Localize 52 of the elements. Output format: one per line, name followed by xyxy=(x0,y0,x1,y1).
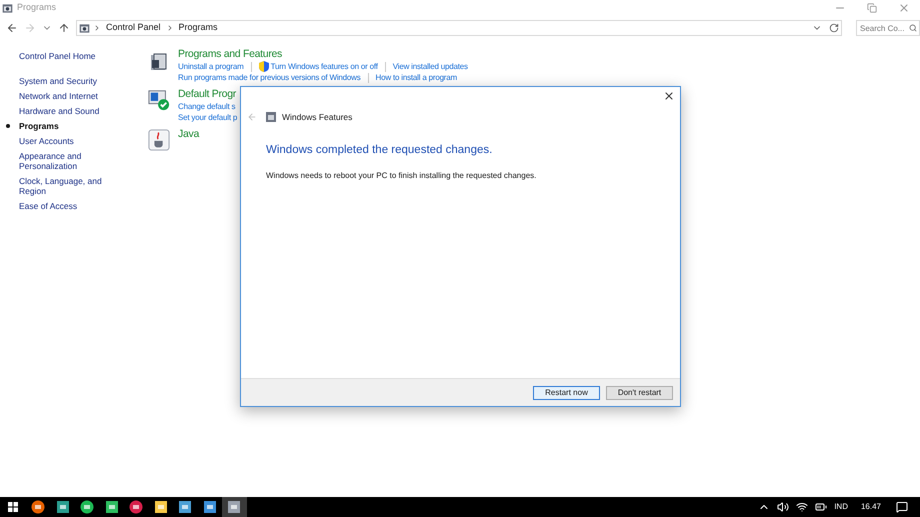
bullet-icon xyxy=(6,124,10,128)
category-title[interactable]: Default Progr xyxy=(178,88,238,101)
control-panel-icon xyxy=(2,2,13,14)
back-button[interactable] xyxy=(6,22,18,34)
dialog-title: Windows Features xyxy=(282,111,352,124)
address-field[interactable]: Control Panel Programs xyxy=(76,20,842,36)
task-link[interactable]: Change default s xyxy=(178,101,236,112)
windows-logo-icon xyxy=(8,502,18,512)
language-indicator[interactable]: IND xyxy=(834,501,848,513)
control-panel-icon xyxy=(79,22,90,34)
window-title: Programs xyxy=(17,1,56,14)
notification-icon[interactable] xyxy=(896,501,908,513)
chevron-icon xyxy=(93,24,101,32)
search-field[interactable]: Search Co... xyxy=(856,20,920,36)
task-link[interactable]: Uninstall a program xyxy=(178,61,244,72)
monitor-check-icon xyxy=(148,88,170,112)
category-title[interactable]: Programs and Features xyxy=(178,48,468,61)
task-link[interactable]: Turn Windows features on or off xyxy=(270,61,378,72)
sidebar-item[interactable]: Network and Internet xyxy=(19,90,129,101)
battery-icon[interactable] xyxy=(815,501,828,513)
dialog-button[interactable]: Restart now xyxy=(533,386,600,400)
restore-icon xyxy=(867,3,877,13)
window-icon xyxy=(266,112,276,122)
sidebar-item[interactable]: User Accounts xyxy=(19,136,129,146)
task-link[interactable]: How to install a program xyxy=(376,72,457,83)
window-icon xyxy=(227,500,242,514)
task-link[interactable]: View installed updates xyxy=(392,61,468,72)
sidebar-item[interactable]: Hardware and Sound xyxy=(19,106,129,116)
dialog-message: Windows needs to reboot your PC to finish installing the requested changes. xyxy=(266,170,538,182)
sidebar-item[interactable]: System and Security xyxy=(19,76,129,86)
breadcrumb[interactable]: Control Panel xyxy=(104,21,163,35)
task-link[interactable]: Set your default p xyxy=(178,112,238,123)
sidebar-item[interactable]: Appearance and Personalization xyxy=(19,150,129,171)
sidebar-link[interactable]: Control Panel Home xyxy=(0,50,148,63)
clock[interactable]: 16.47 xyxy=(860,501,881,513)
coffee-cup-icon xyxy=(148,128,170,152)
search-icon xyxy=(909,24,917,32)
sidebar-item[interactable]: Programs xyxy=(19,120,129,131)
breadcrumb[interactable]: Programs xyxy=(176,21,220,35)
dialog-heading: Windows completed the requested changes. xyxy=(266,142,494,158)
refresh-icon[interactable] xyxy=(829,23,839,33)
sidebar-item[interactable]: Clock, Language, and Region xyxy=(19,176,129,196)
sidebar-item[interactable]: Ease of Access xyxy=(19,200,129,211)
up-button[interactable] xyxy=(58,22,70,34)
close-button[interactable] xyxy=(663,90,675,102)
dialog-button[interactable]: Don't restart xyxy=(606,386,673,400)
program-box-icon xyxy=(149,52,169,72)
task-link[interactable]: Run programs made for previous versions of Windows xyxy=(178,72,361,83)
taskbar-app[interactable] xyxy=(222,497,246,517)
volume-icon[interactable] xyxy=(777,501,790,513)
close-icon xyxy=(898,2,910,14)
category-title[interactable]: Java xyxy=(178,128,199,141)
